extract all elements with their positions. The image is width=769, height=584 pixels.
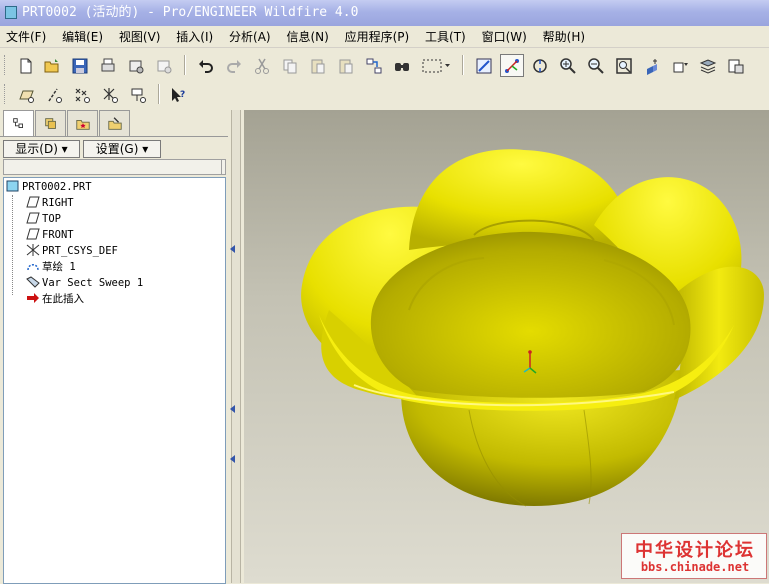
tree-node-top-plane[interactable]: TOP [26, 211, 61, 227]
watermark-title: 中华设计论坛 [635, 540, 755, 561]
selection-filter-dropdown[interactable] [418, 54, 454, 77]
regenerate-icon[interactable] [362, 54, 386, 77]
forum-watermark: 中华设计论坛 bbs.chinade.net [621, 533, 767, 579]
save-icon[interactable] [68, 54, 92, 77]
tree-node-sketch[interactable]: 草绘 1 [26, 259, 76, 275]
annotation-display-icon[interactable] [126, 83, 150, 106]
menu-tools[interactable]: 工具(T) [419, 26, 472, 48]
tree-node-label: PRT_CSYS_DEF [42, 245, 118, 257]
panel-sash[interactable] [228, 110, 244, 583]
zoom-in-icon[interactable] [556, 54, 580, 77]
flower-cup-model [301, 149, 764, 507]
sash-bar[interactable] [231, 110, 241, 583]
tree-node-root[interactable]: PRT0002.PRT [6, 179, 92, 195]
svg-text:?: ? [180, 90, 185, 100]
graphics-window[interactable] [244, 110, 769, 583]
toolbar-separator [462, 55, 464, 75]
collapse-arrow-icon[interactable] [230, 455, 235, 463]
datum-plane-icon [26, 228, 40, 240]
settings-dropdown[interactable]: 设置(G) ▾ [83, 140, 161, 158]
tree-node-label: FRONT [42, 229, 74, 241]
menu-help[interactable]: 帮助(H) [537, 26, 591, 48]
tree-node-insert-here[interactable]: 在此插入 [26, 291, 84, 307]
tree-node-label: RIGHT [42, 197, 74, 209]
toolbar-separator [184, 55, 186, 75]
undo-icon[interactable] [194, 54, 218, 77]
menu-info[interactable]: 信息(N) [280, 26, 334, 48]
title-bar: PRT0002 (活动的) - Pro/ENGINEER Wildfire 4.… [0, 0, 769, 26]
menu-view[interactable]: 视图(V) [113, 26, 167, 48]
tree-node-label: 草绘 1 [42, 261, 76, 273]
context-help-icon[interactable]: ? [166, 83, 190, 106]
refit-icon[interactable] [612, 54, 636, 77]
menu-bar: 文件(F) 编辑(E) 视图(V) 插入(I) 分析(A) 信息(N) 应用程序… [0, 26, 769, 48]
tree-column-header [3, 159, 226, 175]
orient-mode-icon[interactable] [528, 54, 552, 77]
redo-icon[interactable] [222, 54, 246, 77]
sweep-feature-icon [26, 276, 40, 288]
menu-analysis[interactable]: 分析(A) [223, 26, 277, 48]
show-dropdown[interactable]: 显示(D) ▾ [3, 140, 80, 158]
datum-plane-icon [26, 196, 40, 208]
coord-sys-icon [26, 244, 40, 256]
sketch-icon [26, 260, 40, 272]
app-icon [5, 6, 17, 19]
menu-file[interactable]: 文件(F) [0, 26, 52, 48]
datum-points-display-icon[interactable] [70, 83, 94, 106]
print-icon[interactable] [96, 54, 120, 77]
datum-axes-display-icon[interactable] [42, 83, 66, 106]
column-divider[interactable] [221, 160, 225, 174]
paste-special-icon[interactable] [334, 54, 358, 77]
menu-window[interactable]: 窗口(W) [476, 26, 533, 48]
tree-node-label: Var Sect Sweep 1 [42, 277, 144, 289]
datum-planes-display-icon[interactable] [14, 83, 38, 106]
tree-node-label: 在此插入 [42, 293, 84, 305]
zoom-out-icon[interactable] [584, 54, 608, 77]
spin-center-icon[interactable] [500, 54, 524, 77]
cut-icon[interactable] [250, 54, 274, 77]
window-title: PRT0002 (活动的) - Pro/ENGINEER Wildfire 4.… [22, 5, 359, 20]
tree-node-front-plane[interactable]: FRONT [26, 227, 74, 243]
collapse-arrow-icon[interactable] [230, 245, 235, 253]
menu-edit[interactable]: 编辑(E) [56, 26, 109, 48]
part-icon [6, 180, 20, 192]
toolbar-separator [158, 84, 160, 104]
tree-node-csys[interactable]: PRT_CSYS_DEF [26, 243, 118, 259]
watermark-url: bbs.chinade.net [640, 560, 750, 574]
tree-node-label: TOP [42, 213, 61, 225]
layers-icon[interactable] [696, 54, 720, 77]
reorient-icon[interactable] [640, 54, 664, 77]
view-manager-icon[interactable] [724, 54, 748, 77]
datum-plane-icon [26, 212, 40, 224]
toolbar-grip[interactable] [4, 84, 7, 104]
menu-applications[interactable]: 应用程序(P) [339, 26, 416, 48]
saved-views-icon[interactable] [668, 54, 692, 77]
send-mail-icon[interactable] [124, 54, 148, 77]
datum-toolbar: ? [0, 80, 769, 108]
tree-node-right-plane[interactable]: RIGHT [26, 195, 74, 211]
tab-favorites[interactable] [67, 110, 98, 136]
paste-icon[interactable] [306, 54, 330, 77]
send-link-icon[interactable] [152, 54, 176, 77]
tree-node-var-sect-sweep[interactable]: Var Sect Sweep 1 [26, 275, 143, 291]
navigator-tabs [3, 110, 133, 137]
collapse-arrow-icon[interactable] [230, 405, 235, 413]
main-toolbar [0, 51, 769, 79]
coord-sys-display-icon[interactable] [98, 83, 122, 106]
new-file-icon[interactable] [14, 54, 38, 77]
repaint-icon[interactable] [472, 54, 496, 77]
tab-history[interactable] [99, 110, 130, 136]
tree-node-label: PRT0002.PRT [22, 181, 92, 193]
menu-insert[interactable]: 插入(I) [170, 26, 219, 48]
find-icon[interactable] [390, 54, 414, 77]
insert-arrow-icon [26, 292, 40, 304]
tree-connector-line [12, 195, 13, 295]
open-folder-icon[interactable] [40, 54, 64, 77]
copy-icon[interactable] [278, 54, 302, 77]
tab-folder-browser[interactable] [35, 110, 66, 136]
tab-model-tree[interactable] [3, 110, 34, 137]
toolbar-grip[interactable] [4, 55, 7, 75]
